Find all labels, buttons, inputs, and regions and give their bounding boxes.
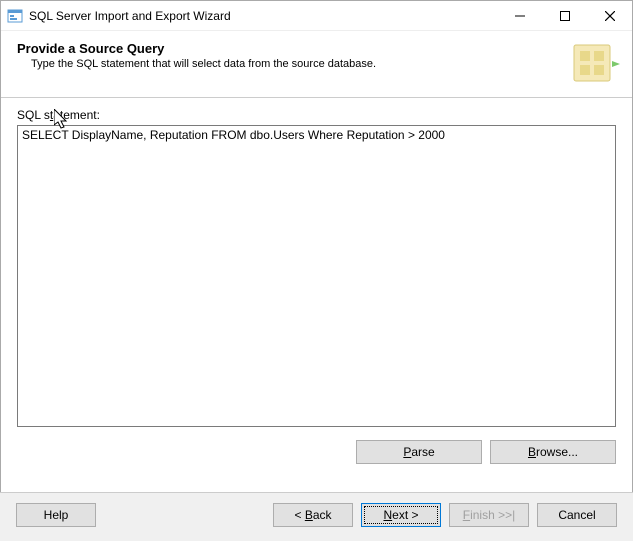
titlebar: SQL Server Import and Export Wizard: [1, 1, 632, 31]
window-controls: [497, 1, 632, 30]
wizard-header: Provide a Source Query Type the SQL stat…: [1, 31, 632, 98]
page-subtitle: Type the SQL statement that will select …: [31, 58, 568, 70]
query-input[interactable]: [17, 125, 616, 427]
help-button[interactable]: Help: [16, 503, 96, 527]
finish-button: Finish >>|: [449, 503, 529, 527]
app-icon: [7, 8, 23, 24]
minimize-button[interactable]: [497, 1, 542, 30]
window-title: SQL Server Import and Export Wizard: [29, 9, 497, 23]
page-title: Provide a Source Query: [17, 41, 568, 56]
query-label: SQL statement:: [17, 108, 616, 122]
maximize-button[interactable]: [542, 1, 587, 30]
back-button[interactable]: < Back: [273, 503, 353, 527]
close-button[interactable]: [587, 1, 632, 30]
wizard-footer: Help < Back Next > Finish >>| Cancel: [0, 492, 633, 541]
browse-button[interactable]: Browse...: [490, 440, 616, 464]
cancel-button[interactable]: Cancel: [537, 503, 617, 527]
next-button[interactable]: Next >: [361, 503, 441, 527]
parse-button[interactable]: Parse: [356, 440, 482, 464]
wizard-icon: [568, 41, 616, 85]
content-area: SQL statement: Parse Browse...: [1, 98, 632, 464]
